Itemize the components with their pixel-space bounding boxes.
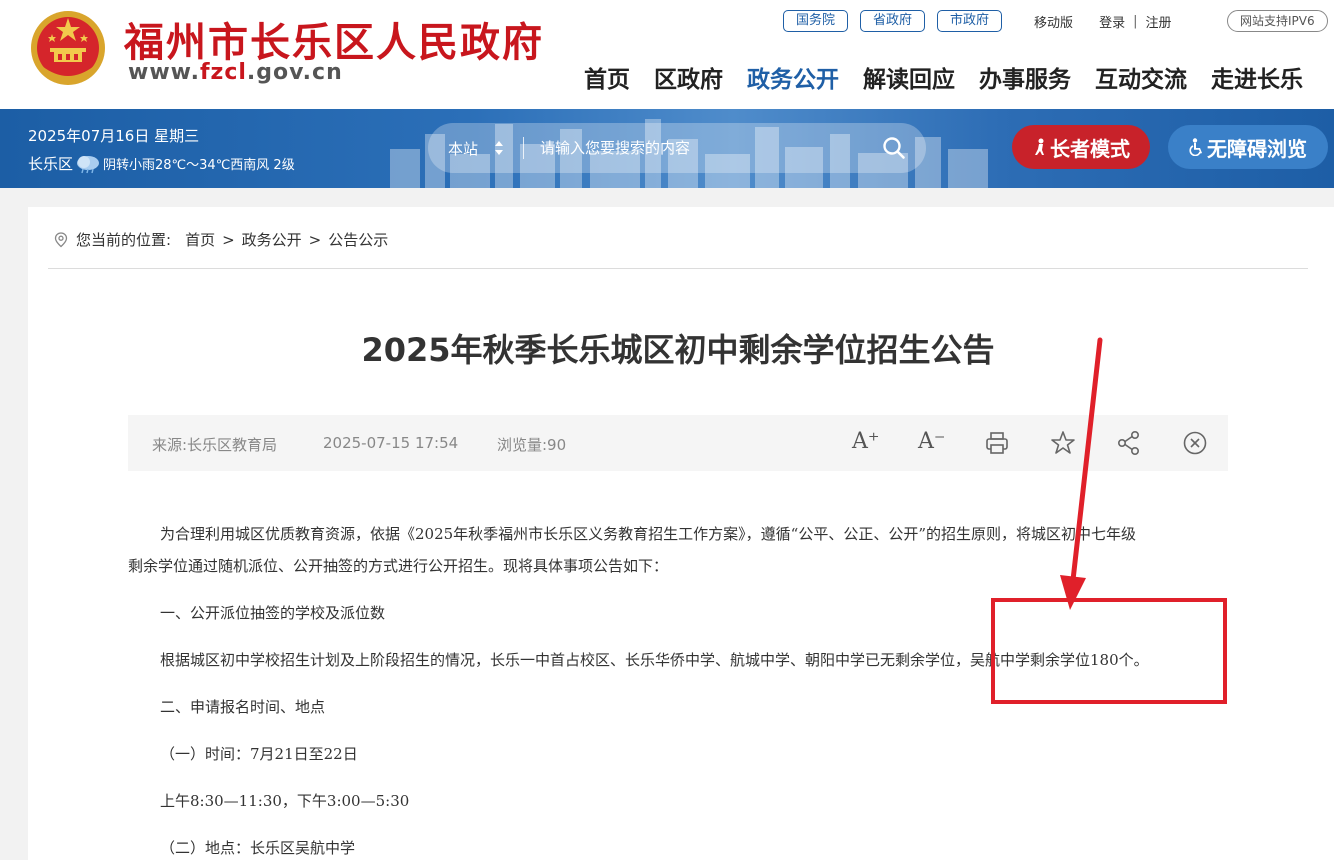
elder-mode-label: 长者模式: [1050, 136, 1130, 161]
top-links: 国务院 省政府 市政府 移动版 登录 | 注册: [783, 10, 1171, 32]
login-separator: |: [1133, 13, 1138, 29]
breadcrumb-announcements[interactable]: 公告公示: [328, 229, 388, 250]
register-link[interactable]: 注册: [1145, 12, 1171, 31]
print-icon[interactable]: [984, 430, 1010, 456]
article-paragraph-1-cont: 剩余学位通过随机派位、公开抽签的方式进行公开招生。现将具体事项公告如下：: [128, 557, 669, 575]
registration-hours: 上午8:30—11:30，下午3:00—5:30: [160, 792, 410, 810]
article-views: 浏览量:90: [497, 436, 567, 454]
elder-icon: [1035, 138, 1044, 155]
section-heading-2: 二、申请报名时间、地点: [160, 698, 326, 716]
elder-mode-button[interactable]: 长者模式: [1012, 125, 1150, 169]
breadcrumb: 您当前的位置: 首页 > 政务公开 > 公告公示: [54, 229, 388, 250]
ipv6-badge: 网站支持IPV6: [1227, 10, 1328, 32]
main-nav: 首页 区政府 政务公开 解读回应 办事服务 互动交流 走进长乐: [584, 60, 1303, 94]
search-box: 本站: [428, 123, 926, 173]
nav-services[interactable]: 办事服务: [979, 60, 1071, 94]
weather-info: 长乐区 阴转小雨28℃～34℃西南风 2级: [28, 153, 295, 174]
site-domain: www.fzcl.gov.cn: [128, 60, 343, 85]
nav-interpretation[interactable]: 解读回应: [863, 60, 955, 94]
blue-banner: 2025年07月16日 星期三 长乐区 阴转小雨28℃～34℃西南风 2级 本站: [0, 109, 1334, 188]
annotation-arrow-icon: [1060, 337, 1103, 610]
breadcrumb-sep: >: [222, 230, 235, 249]
search-icon[interactable]: [882, 136, 906, 160]
rain-cloud-icon: [77, 155, 100, 173]
link-state-council[interactable]: 国务院: [783, 10, 849, 32]
article-card: 您当前的位置: 首页 > 政务公开 > 公告公示 2025年秋季长乐城区初中剩余…: [28, 207, 1334, 860]
current-date: 2025年07月16日 星期三: [28, 127, 200, 145]
updown-arrows-icon[interactable]: [494, 140, 504, 156]
breadcrumb-prefix: 您当前的位置:: [76, 231, 172, 249]
location-pin-icon: [54, 231, 68, 247]
breadcrumb-sep: >: [308, 230, 322, 249]
article-paragraph-1: 为合理利用城区优质教育资源，依据《2025年秋季福州市长乐区义务教育招生工作方案…: [160, 525, 1137, 543]
search-scope-select[interactable]: 本站: [448, 138, 478, 159]
breadcrumb-gov-affairs[interactable]: 政务公开: [242, 229, 302, 250]
weather-text: 阴转小雨28℃～34℃西南风 2级: [103, 158, 295, 173]
nav-home[interactable]: 首页: [584, 60, 630, 94]
article-title: 2025年秋季长乐城区初中剩余学位招生公告: [361, 331, 995, 369]
font-increase-button[interactable]: A⁺: [852, 429, 880, 455]
search-divider: [523, 137, 524, 159]
nav-gov-affairs[interactable]: 政务公开: [747, 60, 839, 94]
registration-time: （一）时间：7月21日至22日: [160, 745, 358, 763]
nav-about-changle[interactable]: 走进长乐: [1211, 60, 1303, 94]
site-header: 福州市长乐区人民政府 www.fzcl.gov.cn 国务院 省政府 市政府 移…: [0, 0, 1334, 109]
district-name: 长乐区: [28, 155, 74, 173]
font-decrease-button[interactable]: A⁻: [918, 429, 946, 455]
nav-district-gov[interactable]: 区政府: [654, 60, 723, 94]
national-emblem-icon: [31, 11, 105, 85]
wheelchair-icon: [1189, 138, 1202, 156]
registration-location: （二）地点：长乐区吴航中学: [160, 839, 356, 857]
breadcrumb-divider: [48, 268, 1308, 269]
login-link[interactable]: 登录: [1099, 12, 1125, 31]
search-input[interactable]: [540, 136, 860, 160]
link-city-gov[interactable]: 市政府: [937, 10, 1003, 32]
accessible-browse-label: 无障碍浏览: [1207, 136, 1307, 161]
close-icon[interactable]: [1182, 430, 1208, 456]
section-heading-1: 一、公开派位抽签的学校及派位数: [160, 604, 386, 622]
article-datetime: 2025-07-15 17:54: [323, 434, 459, 452]
breadcrumb-home[interactable]: 首页: [185, 229, 215, 250]
accessible-browse-button[interactable]: 无障碍浏览: [1168, 125, 1328, 169]
link-provincial-gov[interactable]: 省政府: [860, 10, 926, 32]
nav-interaction[interactable]: 互动交流: [1095, 60, 1187, 94]
mobile-version-link[interactable]: 移动版: [1034, 12, 1073, 31]
article-source: 来源:长乐区教育局: [152, 436, 278, 454]
